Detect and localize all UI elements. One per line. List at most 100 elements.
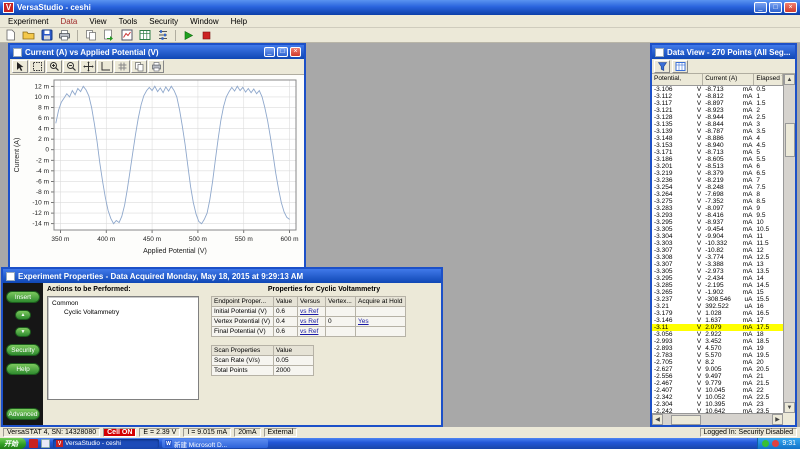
table-row[interactable]: -3.303V-10.332mA11.5	[652, 240, 783, 247]
table-row[interactable]: -3.21V392.522uA16	[652, 303, 783, 310]
table-row[interactable]: -3.237V-308.546uA15.5	[652, 296, 783, 303]
menu-experiment[interactable]: Experiment	[2, 16, 54, 27]
chart-maximize-button[interactable]: □	[277, 47, 288, 57]
table-row[interactable]: -3.11V2.079mA17.5	[652, 324, 783, 331]
table-row[interactable]: -3.056V2.922mA18	[652, 331, 783, 338]
minimize-button[interactable]: _	[754, 2, 767, 13]
table-row[interactable]: -3.308V-3.774mA12.5	[652, 254, 783, 261]
table-row[interactable]: -2.783V5.570mA19.5	[652, 352, 783, 359]
menu-data[interactable]: Data	[54, 16, 83, 27]
table-row[interactable]: -3.305V-2.973mA13.5	[652, 268, 783, 275]
table-row[interactable]: -2.705V8.2mA20	[652, 359, 783, 366]
zoom-box-icon[interactable]	[29, 60, 45, 73]
hscrollbar-thumb[interactable]	[671, 415, 701, 425]
table-row[interactable]: -3.283V-8.097mA9	[652, 205, 783, 212]
column-header-elapsed[interactable]: Elapsed T...	[754, 74, 783, 85]
save-button[interactable]	[38, 28, 55, 42]
axes-icon[interactable]	[97, 60, 113, 73]
run-button[interactable]	[180, 28, 197, 42]
move-down-button[interactable]: ▼	[15, 327, 31, 337]
chart-plot-area[interactable]: 350 m400 m450 m500 m550 m600 m12 m10 m8 …	[10, 75, 304, 268]
copy-button[interactable]	[82, 28, 99, 42]
table-row[interactable]: -3.148V-8.886mA4	[652, 135, 783, 142]
new-experiment-button[interactable]	[2, 28, 19, 42]
table-row[interactable]: -2.556V9.497mA21	[652, 373, 783, 380]
column-header-current[interactable]: Current (A)	[703, 74, 754, 85]
tree-item-cyclic-voltammetry[interactable]: Cyclic Voltammetry	[50, 308, 196, 317]
table-row[interactable]: -2.893V4.570mA19	[652, 345, 783, 352]
data-view-title-bar[interactable]: Data View - 270 Points (All Seg...	[652, 45, 795, 59]
properties-title-bar[interactable]: Experiment Properties - Data Acquired Mo…	[3, 269, 441, 283]
table-row[interactable]: -3.295V-8.937mA10	[652, 219, 783, 226]
tray-alert-icon[interactable]	[772, 440, 779, 447]
table-row[interactable]: -3.153V-8.940mA4.5	[652, 142, 783, 149]
prop-cell[interactable]: vs Ref	[298, 307, 326, 317]
data-view-button[interactable]	[136, 28, 153, 42]
taskbar-task-0[interactable]: VVersaStudio - ceshi	[53, 439, 159, 448]
filter-icon[interactable]	[654, 60, 670, 73]
table-row[interactable]: -2.304V10.395mA23	[652, 401, 783, 408]
table-row[interactable]: -3.135V-8.844mA3	[652, 121, 783, 128]
table-row[interactable]: -3.254V-8.248mA7.5	[652, 184, 783, 191]
properties-button[interactable]	[154, 28, 171, 42]
vertical-scrollbar[interactable]: ▲ ▼	[783, 74, 795, 413]
table-row[interactable]: -3.112V-8.812mA1	[652, 93, 783, 100]
table-row[interactable]: -3.179V1.028mA16.5	[652, 310, 783, 317]
security-button[interactable]: Security	[6, 344, 40, 356]
table-row[interactable]: -3.171V-8.713mA5	[652, 149, 783, 156]
move-up-button[interactable]: ▲	[15, 310, 31, 320]
table-row[interactable]: -3.307V-10.82mA12	[652, 247, 783, 254]
main-title-bar[interactable]: V VersaStudio - ceshi _ □ ×	[0, 0, 800, 15]
pointer-icon[interactable]	[12, 60, 28, 73]
table-row[interactable]: -3.186V-8.605mA5.5	[652, 156, 783, 163]
table-row[interactable]: -3.275V-7.352mA8.5	[652, 198, 783, 205]
export-button[interactable]	[100, 28, 117, 42]
print-icon[interactable]	[148, 60, 164, 73]
scroll-up-icon[interactable]: ▲	[784, 74, 795, 85]
taskbar-task-1[interactable]: W新建 Microsoft D...	[162, 439, 268, 448]
graph-view-button[interactable]	[118, 28, 135, 42]
pan-icon[interactable]	[80, 60, 96, 73]
column-header-potential[interactable]: Potential,	[652, 74, 703, 85]
scroll-left-icon[interactable]: ◀	[652, 414, 663, 425]
menu-view[interactable]: View	[83, 16, 112, 27]
table-row[interactable]: -3.219V-8.379mA6.5	[652, 170, 783, 177]
table-row[interactable]: -2.467V9.779mA21.5	[652, 380, 783, 387]
table-row[interactable]: -2.627V9.005mA20.5	[652, 366, 783, 373]
zoom-out-icon[interactable]	[63, 60, 79, 73]
table-row[interactable]: -3.146V1.637mA17	[652, 317, 783, 324]
table-row[interactable]: -2.342V10.052mA22.5	[652, 394, 783, 401]
tree-item-common[interactable]: Common	[50, 299, 196, 308]
open-button[interactable]	[20, 28, 37, 42]
copy-icon[interactable]	[131, 60, 147, 73]
quicklaunch-explorer-icon[interactable]	[41, 439, 50, 448]
chart-close-button[interactable]: ×	[290, 47, 301, 57]
print-button[interactable]	[56, 28, 73, 42]
table-row[interactable]: -3.265V-1.902mA15	[652, 289, 783, 296]
stop-button[interactable]	[198, 28, 215, 42]
menu-window[interactable]: Window	[184, 16, 224, 27]
prop-cell[interactable]: Yes	[356, 317, 406, 327]
insert-button[interactable]: Insert	[6, 291, 40, 303]
table-row[interactable]: -3.201V-8.513mA6	[652, 163, 783, 170]
maximize-button[interactable]: □	[769, 2, 782, 13]
prop-cell[interactable]: vs Ref	[298, 327, 326, 337]
table-row[interactable]: -3.236V-8.219mA7	[652, 177, 783, 184]
grid-icon[interactable]	[114, 60, 130, 73]
table-row[interactable]: -3.128V-8.944mA2.5	[652, 114, 783, 121]
start-button[interactable]: 开始	[0, 438, 26, 449]
table-row[interactable]: -3.106V-8.713mA0.5	[652, 86, 783, 93]
export-table-icon[interactable]	[672, 60, 688, 73]
quicklaunch-versastudio-icon[interactable]	[29, 439, 38, 448]
chart-minimize-button[interactable]: _	[264, 47, 275, 57]
scroll-right-icon[interactable]: ▶	[772, 414, 783, 425]
menu-tools[interactable]: Tools	[113, 16, 144, 27]
table-row[interactable]: -3.307V-3.388mA13	[652, 261, 783, 268]
chart-window-title-bar[interactable]: Current (A) vs Applied Potential (V) _ □…	[10, 45, 304, 59]
table-row[interactable]: -3.293V-8.416mA9.5	[652, 212, 783, 219]
table-row[interactable]: -2.993V3.452mA18.5	[652, 338, 783, 345]
table-row[interactable]: -3.295V-2.434mA14	[652, 275, 783, 282]
close-button[interactable]: ×	[784, 2, 797, 13]
scroll-down-icon[interactable]: ▼	[784, 402, 795, 413]
table-row[interactable]: -3.304V-9.904mA11	[652, 233, 783, 240]
